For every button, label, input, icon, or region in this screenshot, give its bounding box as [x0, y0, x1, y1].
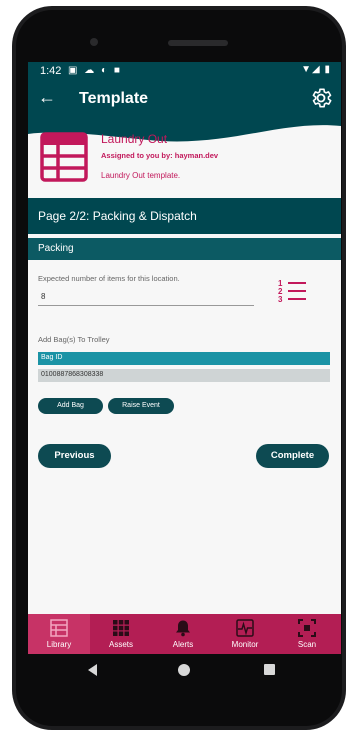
status-bar: 1:42 ▣ ☁ ◐ ■ ▼◢ ▮: [28, 62, 341, 80]
nav-item-scan[interactable]: Scan: [276, 614, 338, 654]
app-screen: 1:42 ▣ ☁ ◐ ■ ▼◢ ▮ ← Template Laundry Out…: [28, 62, 341, 654]
section-title: Packing: [38, 243, 74, 254]
page-indicator-label: Page 2/2: Packing & Dispatch: [38, 209, 197, 223]
previous-button[interactable]: Previous: [38, 444, 111, 468]
template-description: Laundry Out template.: [101, 171, 181, 180]
table-icon: [40, 132, 88, 182]
numbered-list-icon: 1 2 3: [278, 279, 306, 304]
nav-item-library[interactable]: Library: [28, 614, 90, 654]
nav-label-library: Library: [46, 640, 72, 649]
bag-table-header: Bag ID: [38, 352, 330, 365]
monitor-icon: [236, 619, 254, 637]
bag-id-cell: 0100887868308338: [41, 371, 104, 378]
scan-icon: [298, 619, 316, 637]
system-status-icons: ▼◢ ▮: [301, 64, 331, 75]
table-row[interactable]: 0100887868308338: [38, 369, 330, 382]
system-home-icon[interactable]: [178, 664, 190, 676]
nav-item-alerts[interactable]: Alerts: [152, 614, 214, 654]
raise-event-button[interactable]: Raise Event: [108, 398, 174, 414]
library-icon: [50, 619, 68, 637]
front-camera: [90, 38, 98, 46]
status-time: 1:42: [40, 65, 62, 77]
page-indicator-bar: Page 2/2: Packing & Dispatch: [28, 198, 341, 234]
nav-label-assets: Assets: [108, 640, 133, 649]
bag-id-column-header: Bag ID: [41, 354, 63, 361]
template-title: Laundry Out: [101, 132, 168, 146]
earpiece-speaker: [168, 40, 228, 46]
nav-label-scan: Scan: [297, 640, 317, 649]
notification-icons: ▣ ☁ ◐ ■: [68, 65, 122, 76]
system-back-icon[interactable]: [88, 664, 97, 676]
app-bar: ← Template: [28, 80, 341, 120]
complete-button[interactable]: Complete: [256, 444, 329, 468]
expected-items-input[interactable]: 8: [41, 292, 45, 301]
page-title: Template: [79, 90, 149, 107]
section-header: Packing: [28, 238, 341, 260]
assets-grid-icon: [113, 620, 129, 636]
nav-item-monitor[interactable]: Monitor: [214, 614, 276, 654]
gear-icon[interactable]: [309, 86, 333, 110]
system-recents-icon[interactable]: [264, 664, 275, 675]
system-navigation-bar: [28, 654, 341, 690]
bell-icon: [176, 620, 190, 637]
nav-item-assets[interactable]: Assets: [90, 614, 152, 654]
arrow-left-icon[interactable]: ←: [38, 87, 56, 108]
svg-text:3: 3: [278, 295, 283, 304]
nav-label-monitor: Monitor: [231, 640, 259, 649]
expected-items-label: Expected number of items for this locati…: [38, 274, 180, 283]
nav-label-alerts: Alerts: [172, 640, 194, 649]
bags-section-label: Add Bag(s) To Trolley: [38, 335, 110, 344]
input-underline: [38, 305, 254, 306]
template-header: Laundry Out Assigned to you by: hayman.d…: [28, 120, 341, 192]
add-bag-button[interactable]: Add Bag: [38, 398, 103, 414]
assigned-by-text: Assigned to you by: hayman.dev: [101, 151, 219, 160]
bottom-navigation: Library Assets Alerts Monitor Scan: [28, 614, 341, 654]
